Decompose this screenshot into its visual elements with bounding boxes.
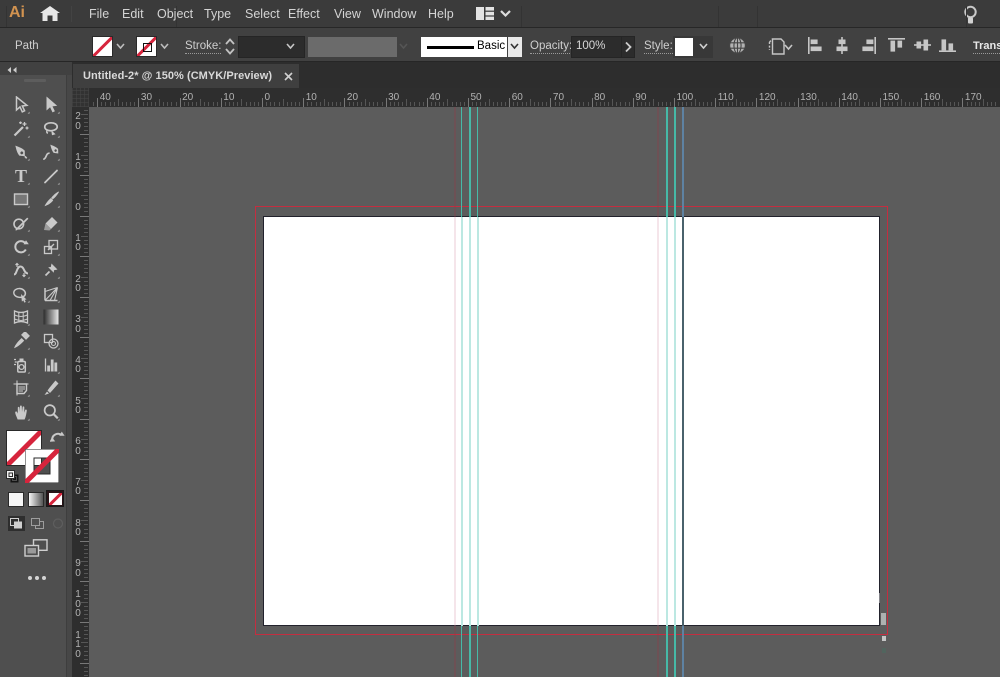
svg-text:T: T (15, 167, 27, 185)
